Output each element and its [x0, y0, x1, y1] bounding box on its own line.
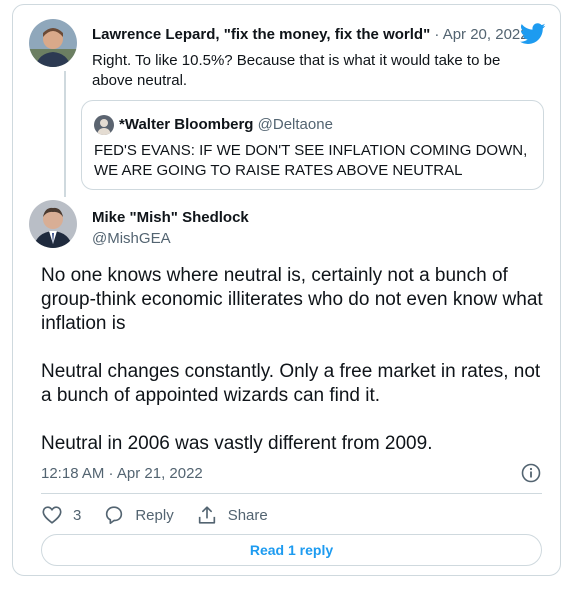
- quote-header: *Walter Bloomberg @Deltaone: [119, 116, 333, 133]
- like-count: 3: [73, 506, 82, 524]
- info-icon[interactable]: [520, 462, 542, 484]
- share-icon: [198, 506, 215, 524]
- quoted-tweet[interactable]: *Walter Bloomberg @Deltaone FED'S EVANS:…: [81, 100, 544, 190]
- tweet-embed-card: Lawrence Lepard, "fix the money, fix the…: [12, 4, 561, 576]
- tweet-timestamp[interactable]: 12:18 AM · Apr 21, 2022: [41, 465, 203, 482]
- lepard-avatar[interactable]: [29, 19, 77, 67]
- quote-author-avatar: [94, 115, 114, 135]
- quote-author-name: *Walter Bloomberg: [119, 116, 254, 133]
- shedlock-avatar[interactable]: [29, 200, 77, 248]
- twitter-bird-icon[interactable]: [520, 23, 546, 45]
- divider: [41, 493, 542, 494]
- quote-author-handle: @Deltaone: [257, 116, 333, 133]
- thread-connector-line: [64, 71, 66, 197]
- main-tweet-text: No one knows where neutral is, certainly…: [41, 264, 551, 480]
- action-bar: 3 Reply Share: [41, 503, 290, 527]
- top-tweet-header: Lawrence Lepard, "fix the money, fix the…: [92, 26, 529, 43]
- reply-button[interactable]: Reply: [103, 504, 174, 526]
- main-author-name[interactable]: Mike "Mish" Shedlock: [92, 209, 249, 226]
- reply-icon: [106, 506, 123, 525]
- like-button[interactable]: 3: [41, 504, 81, 526]
- main-tweet-paragraph: Neutral in 2006 was vastly different fro…: [41, 433, 433, 454]
- top-author-name[interactable]: Lawrence Lepard, "fix the money, fix the…: [92, 26, 430, 43]
- header-separator: ·: [434, 26, 440, 43]
- read-reply-button[interactable]: Read 1 reply: [41, 534, 542, 566]
- top-tweet-text: Right. To like 10.5%? Because that is wh…: [92, 52, 501, 89]
- reply-label: Reply: [135, 506, 174, 524]
- main-tweet-paragraph: No one knows where neutral is, certainly…: [41, 265, 543, 334]
- main-tweet-paragraph: Neutral changes constantly. Only a free …: [41, 361, 541, 406]
- main-author-handle[interactable]: @MishGEA: [92, 230, 171, 247]
- heart-icon: [42, 506, 62, 524]
- quote-tweet-text: FED'S EVANS: IF WE DON'T SEE INFLATION C…: [94, 142, 528, 179]
- top-tweet-date[interactable]: Apr 20, 2022: [443, 26, 529, 43]
- share-label: Share: [227, 506, 268, 524]
- share-button[interactable]: Share: [196, 504, 268, 526]
